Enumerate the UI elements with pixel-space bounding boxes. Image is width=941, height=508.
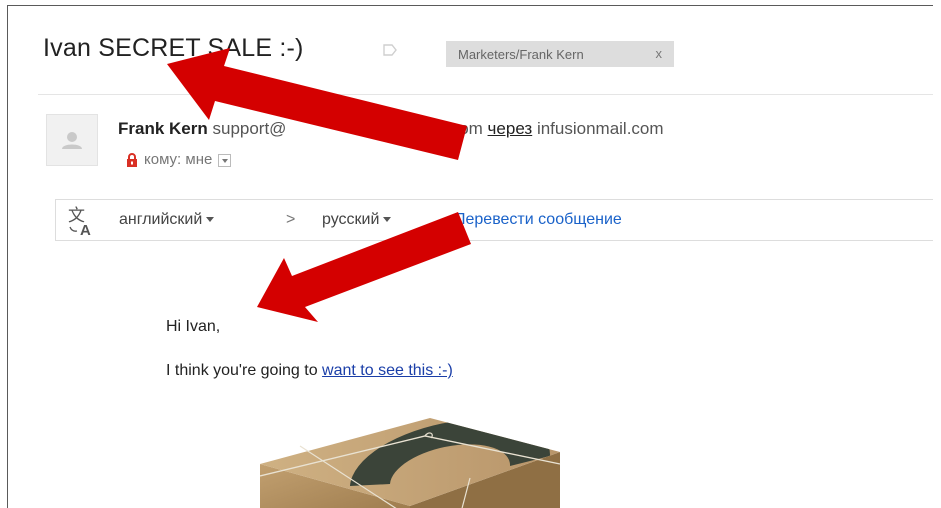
sender-email-domain: helpdesk.com xyxy=(377,119,483,138)
email-subject: Ivan SECRET SALE :-) xyxy=(43,34,304,62)
target-language-label: русский xyxy=(322,211,380,228)
via-link[interactable]: через xyxy=(488,119,533,138)
avatar-placeholder-icon xyxy=(62,132,82,149)
label-remove-button[interactable]: x xyxy=(656,46,663,61)
tag-outline-icon[interactable] xyxy=(383,44,397,56)
chevron-down-icon xyxy=(206,217,215,223)
message-line-text: I think you're going to xyxy=(166,362,323,379)
direction-arrow: > xyxy=(286,211,296,228)
dropdown-icon[interactable] xyxy=(218,154,232,167)
translate-icon: 文 A xyxy=(68,206,91,237)
translate-message-link[interactable]: Перевести сообщение xyxy=(454,211,622,229)
label-chip[interactable]: Marketers/Frank Kern x xyxy=(446,41,674,67)
avatar xyxy=(46,114,98,166)
email-frame: Ivan SECRET SALE :-) Marketers/Frank Ker… xyxy=(7,5,933,508)
recipient-text: кому: мне xyxy=(144,151,213,168)
sender-name[interactable]: Frank Kern xyxy=(118,119,208,138)
chevron-down-icon xyxy=(383,217,392,223)
lock-icon xyxy=(127,152,137,167)
header-divider xyxy=(38,94,933,95)
message-greeting: Hi Ivan, xyxy=(166,318,221,335)
message-line: I think you're going to want to see this… xyxy=(166,362,453,380)
recipient-line: кому: мне xyxy=(126,151,232,168)
label-chip-text: Marketers/Frank Kern xyxy=(458,46,584,62)
source-language-label: английский xyxy=(119,211,203,228)
target-language-select[interactable]: русский xyxy=(322,211,392,229)
sender-email: support@ xyxy=(212,119,287,138)
package-image xyxy=(260,418,561,508)
want-to-see-link[interactable]: want to see this :-) xyxy=(322,362,453,379)
source-language-select[interactable]: английский xyxy=(119,211,215,229)
translate-bar: 文 A английский > русский Перевести сообщ… xyxy=(55,199,933,241)
sender-line: Frank Kern support@ helpdesk.com через i… xyxy=(118,119,664,139)
svg-text:A: A xyxy=(80,222,91,237)
via-domain: infusionmail.com xyxy=(536,119,664,138)
